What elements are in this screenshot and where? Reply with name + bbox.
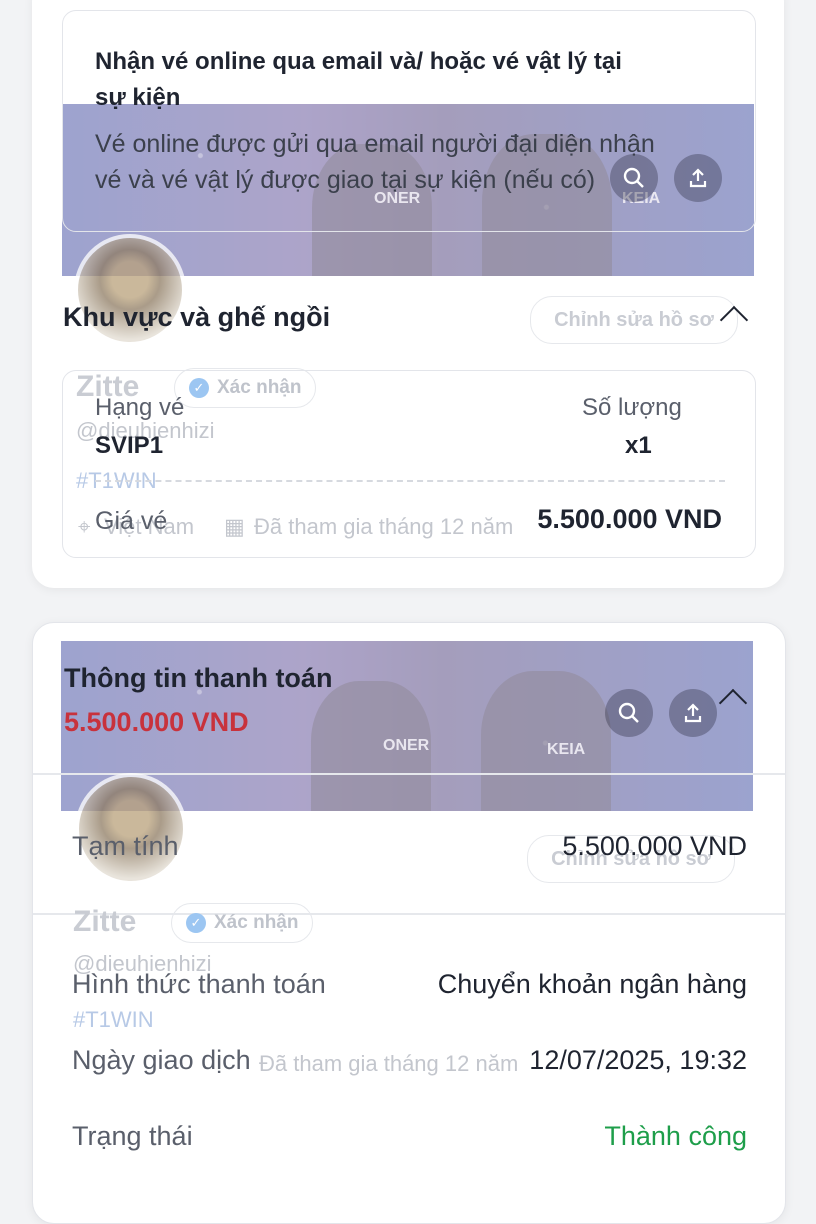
payment-info-card: ONER KEIA Thông tin thanh toán 5.500.000… <box>32 622 786 1224</box>
delivery-title: Nhận vé online qua email và/ hoặc vé vật… <box>95 48 622 75</box>
delivery-title: sự kiện <box>95 84 181 111</box>
payment-method-value: Chuyển khoản ngân hàng <box>437 969 747 999</box>
payment-total: 5.500.000 VND <box>64 707 249 737</box>
subtotal-value: 5.500.000 VND <box>562 831 747 861</box>
jersey-text: KEIA <box>547 741 586 758</box>
status-label: Trạng thái <box>72 1121 193 1151</box>
verified-label: Xác nhận <box>214 912 299 933</box>
quantity-label: Số lượng <box>582 394 682 421</box>
avatar <box>75 773 187 885</box>
subtotal-label: Tạm tính <box>72 831 179 861</box>
delivery-description: vé và vé vật lý được giao tại sự kiện (n… <box>95 166 596 194</box>
price-label: Giá vé <box>95 507 168 535</box>
profile-joined: Đã tham gia tháng 12 năm <box>259 1051 519 1076</box>
delivery-box <box>62 10 756 232</box>
transaction-date-label: Ngày giao dịch <box>72 1045 251 1075</box>
section-divider <box>33 913 785 915</box>
quantity-value: x1 <box>625 432 652 459</box>
profile-hashtag: #T1WIN <box>73 1007 154 1032</box>
transaction-date-value: 12/07/2025, 19:32 <box>529 1045 747 1075</box>
verified-badge: ✓ Xác nhận <box>171 903 314 943</box>
ticket-info-card: ONER KEIA Nhận vé online qua email và/ h… <box>32 0 784 588</box>
share-icon[interactable] <box>669 689 717 737</box>
verified-check-icon: ✓ <box>186 913 206 933</box>
seating-section-title: Khu vực và ghế ngồi <box>63 302 331 332</box>
player-figure <box>481 671 611 811</box>
price-value: 5.500.000 VND <box>537 504 722 534</box>
ticket-class-value: SVIP1 <box>95 432 164 459</box>
jersey-text: ONER <box>383 737 430 754</box>
ticket-class-label: Hạng vé <box>95 394 185 421</box>
payment-section-title: Thông tin thanh toán <box>64 663 333 693</box>
payment-method-label: Hình thức thanh toán <box>72 969 326 999</box>
search-icon[interactable] <box>605 689 653 737</box>
dashed-divider <box>95 480 725 482</box>
edit-profile-button[interactable]: Chỉnh sửa hồ sơ <box>530 296 738 344</box>
profile-name: Zitte <box>73 905 137 938</box>
status-value: Thành công <box>604 1121 747 1151</box>
delivery-description: Vé online được gửi qua email người đại d… <box>95 130 655 158</box>
